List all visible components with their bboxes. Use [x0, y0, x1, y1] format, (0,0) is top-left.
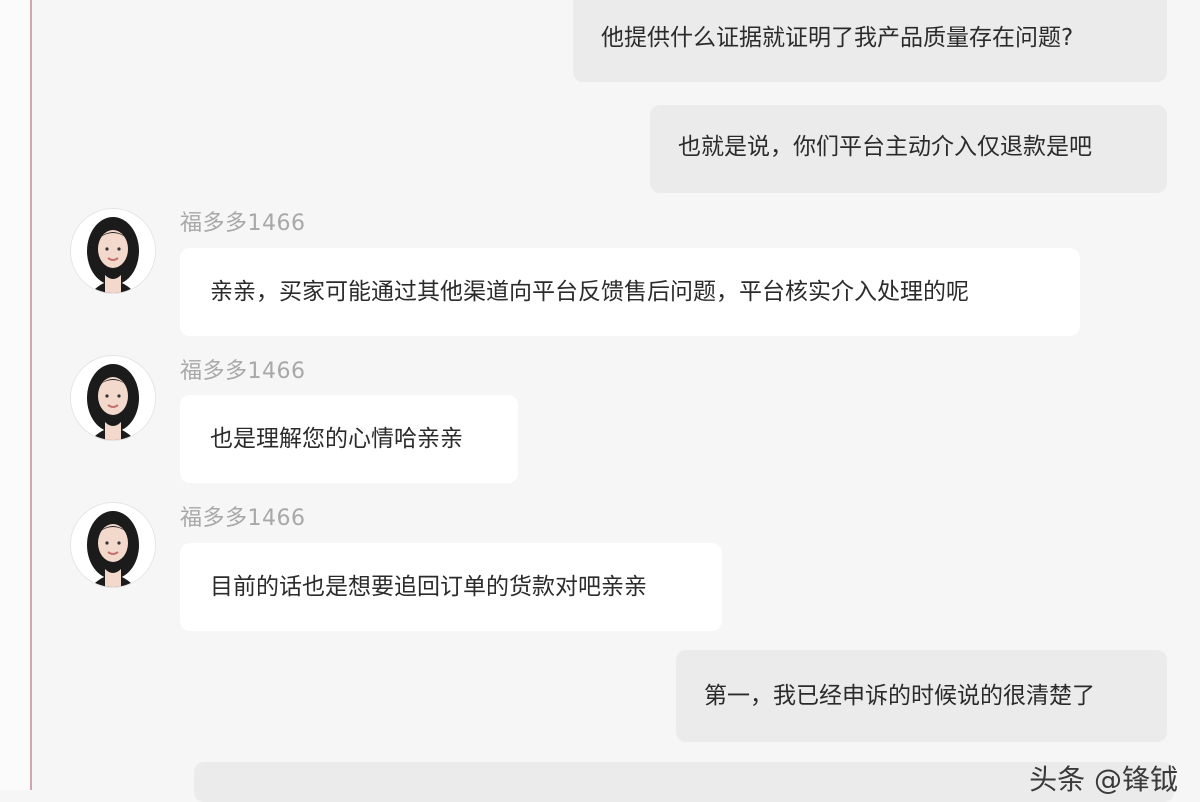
- sender-name: 福多多1466: [180, 359, 306, 384]
- watermark: 头条 @锋钺: [1029, 763, 1178, 796]
- message-text: 也是理解您的心情哈亲亲: [210, 426, 463, 452]
- incoming-message-bubble[interactable]: 目前的话也是想要追回订单的货款对吧亲亲: [180, 543, 722, 631]
- incoming-message-bubble[interactable]: 也是理解您的心情哈亲亲: [180, 395, 518, 483]
- chat-area[interactable]: 他提供什么证据就证明了我产品质量存在问题? 也就是说，你们平台主动介入仅退款是吧…: [32, 0, 1200, 802]
- incoming-message-bubble[interactable]: 亲亲，买家可能通过其他渠道向平台反馈售后问题，平台核实介入处理的呢: [180, 248, 1080, 336]
- outgoing-message-bubble[interactable]: 第一，我已经申诉的时候说的很清楚了: [676, 650, 1167, 742]
- sender-name: 福多多1466: [180, 506, 306, 531]
- sender-name: 福多多1466: [180, 211, 306, 236]
- message-text: 第一，我已经申诉的时候说的很清楚了: [704, 683, 1095, 709]
- outgoing-message-bubble[interactable]: 也就是说，你们平台主动介入仅退款是吧: [650, 105, 1167, 193]
- agent-avatar-icon[interactable]: [70, 502, 156, 588]
- agent-avatar-icon[interactable]: [70, 208, 156, 294]
- message-text: 也就是说，你们平台主动介入仅退款是吧: [678, 134, 1092, 160]
- message-text: 目前的话也是想要追回订单的货款对吧亲亲: [210, 574, 647, 600]
- outgoing-message-bubble-partial[interactable]: [194, 762, 1174, 802]
- message-text: 他提供什么证据就证明了我产品质量存在问题?: [601, 25, 1074, 51]
- outgoing-message-bubble[interactable]: 他提供什么证据就证明了我产品质量存在问题?: [573, 0, 1167, 82]
- left-gutter: [0, 0, 30, 790]
- message-text: 亲亲，买家可能通过其他渠道向平台反馈售后问题，平台核实介入处理的呢: [210, 279, 969, 305]
- agent-avatar-icon[interactable]: [70, 355, 156, 441]
